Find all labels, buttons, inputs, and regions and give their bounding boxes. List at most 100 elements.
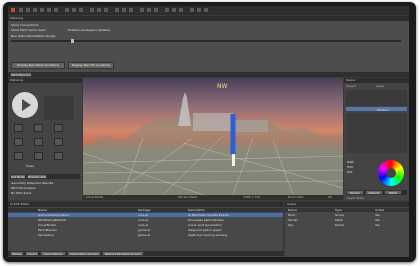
move-tool-icon[interactable] bbox=[25, 7, 31, 13]
grid-icon[interactable] bbox=[96, 7, 102, 13]
pause-icon[interactable] bbox=[146, 7, 152, 13]
table-row[interactable]: Perception game.ai Sight and hearing sen… bbox=[8, 233, 283, 237]
play-big-icon[interactable] bbox=[12, 92, 38, 118]
tab-breadcrumbs[interactable]: Breadcrumbs bbox=[27, 174, 47, 179]
undo-icon[interactable] bbox=[46, 7, 52, 13]
header-name[interactable]: Name bbox=[38, 208, 47, 212]
cell: core.ai bbox=[138, 223, 149, 227]
list-item-1[interactable]: Geometry Detection Results bbox=[11, 181, 53, 185]
cell: PatrolRoutes bbox=[38, 228, 57, 232]
scene-list[interactable] bbox=[346, 90, 407, 106]
header-active[interactable]: Active bbox=[375, 208, 384, 212]
ai-edit-header-row: Name Package Description bbox=[8, 208, 283, 212]
cell: Yes bbox=[375, 218, 380, 222]
redo-icon[interactable] bbox=[53, 7, 59, 13]
tab-nodes[interactable]: Nodes bbox=[10, 251, 24, 256]
cell: AI Navmesh Update Events bbox=[188, 213, 229, 217]
stats-icon[interactable] bbox=[178, 7, 184, 13]
noise-icon[interactable] bbox=[34, 152, 43, 160]
terrain-tool-icon[interactable] bbox=[64, 7, 70, 13]
header-name[interactable]: Name bbox=[288, 208, 297, 212]
tab-named-package-groups[interactable]: Named Package Groups bbox=[102, 251, 144, 256]
layer-tools-label: Layer Tools bbox=[347, 196, 364, 200]
paint-brush-icon[interactable] bbox=[14, 124, 23, 132]
header-package[interactable]: Package bbox=[138, 208, 150, 212]
tab-layers[interactable]: Layers bbox=[25, 251, 39, 256]
slider-handle[interactable] bbox=[71, 39, 74, 43]
col-layer: Layer bbox=[376, 84, 385, 88]
ai-icon[interactable] bbox=[128, 7, 134, 13]
tab-association-groups[interactable]: Association Groups bbox=[67, 251, 101, 256]
hsl-option[interactable]: HSL bbox=[347, 170, 353, 174]
cell: Waypoint patrol graph bbox=[188, 228, 222, 232]
rgb-option[interactable]: RGB bbox=[347, 160, 353, 164]
tab-path-planning[interactable]: Path Planning bbox=[10, 72, 32, 77]
lighting-icon[interactable] bbox=[171, 7, 177, 13]
cell: game.ai bbox=[138, 233, 151, 237]
right-panel-title: Scene bbox=[344, 78, 409, 83]
hsv-option[interactable]: HSV bbox=[347, 165, 353, 169]
script-icon[interactable] bbox=[196, 7, 202, 13]
nav-hit-locations-button[interactable]: Display Nav Hit Locations bbox=[68, 62, 114, 69]
planning-title: Planning bbox=[8, 16, 409, 21]
cell: core.ai bbox=[138, 218, 149, 222]
compass-label: NW bbox=[217, 83, 227, 90]
flatten-icon[interactable] bbox=[14, 152, 23, 160]
table-row[interactable]: AutomaticallyCollect core.ai AI Navmesh … bbox=[8, 213, 283, 217]
object-tool-icon[interactable] bbox=[78, 7, 84, 13]
monitor-frame: Planning Show Connections Show Path Cach… bbox=[3, 2, 416, 262]
status-mode: Show Mode bbox=[86, 195, 104, 199]
smooth-icon[interactable] bbox=[54, 138, 63, 146]
scene-viewport[interactable]: NW bbox=[83, 78, 343, 195]
cell: Processes path batches bbox=[188, 218, 224, 222]
table-row[interactable]: PatrolRoutes game.ai Waypoint patrol gra… bbox=[8, 228, 283, 232]
camera-icon[interactable] bbox=[103, 7, 109, 13]
tab-objects[interactable]: Objects bbox=[365, 190, 383, 195]
cell: core.ai bbox=[138, 213, 149, 217]
tab-associations[interactable]: Associations bbox=[40, 251, 66, 256]
tab-set-nodes[interactable]: Set Nodes bbox=[10, 174, 26, 179]
table-row[interactable]: CoverFinder core.ai Cover spot generatio… bbox=[8, 223, 283, 227]
table-row[interactable]: Sky Dome Yes bbox=[285, 223, 409, 227]
help-icon[interactable] bbox=[203, 7, 209, 13]
ai-edit-panel: AI Edit Editor Name Package Description … bbox=[8, 202, 283, 257]
show-path-cache-option[interactable]: Show Path Cache Used bbox=[11, 28, 45, 32]
ramp-icon[interactable] bbox=[54, 152, 63, 160]
sound-icon[interactable] bbox=[189, 7, 195, 13]
cell: Root bbox=[288, 213, 295, 217]
tab-terrain[interactable]: Terrain bbox=[346, 190, 364, 195]
right-panel: Scene Object Layer Position RGB HSV HSL … bbox=[344, 78, 409, 200]
col-object: Object bbox=[346, 84, 356, 88]
property-grid bbox=[346, 113, 407, 153]
scale-label: Scale bbox=[26, 164, 35, 168]
paint-tool-icon[interactable] bbox=[71, 7, 77, 13]
nav-mesh-locations-button[interactable]: Display Nav Mesh Locations bbox=[11, 62, 65, 69]
list-item-2[interactable]: Path Parameters bbox=[11, 186, 36, 190]
header-type[interactable]: Type bbox=[335, 208, 342, 212]
scale-tool-icon[interactable] bbox=[39, 7, 45, 13]
eraser-icon[interactable] bbox=[34, 124, 43, 132]
select-tool-icon[interactable] bbox=[18, 7, 24, 13]
tab-paths[interactable]: Paths bbox=[384, 190, 402, 195]
table-row[interactable]: Terrain Mesh Yes bbox=[285, 218, 409, 222]
status-fps: All bbox=[328, 195, 332, 199]
live-region-option[interactable]: Enable Live Region Updates bbox=[68, 28, 110, 32]
main-toolbar bbox=[8, 6, 409, 15]
lower-icon[interactable] bbox=[34, 138, 43, 146]
wireframe-icon[interactable] bbox=[164, 7, 170, 13]
rotate-tool-icon[interactable] bbox=[32, 7, 38, 13]
raise-icon[interactable] bbox=[14, 138, 23, 146]
snap-icon[interactable] bbox=[89, 7, 95, 13]
show-connections-option[interactable]: Show Connections bbox=[11, 23, 39, 27]
ai-edit-title: AI Edit Editor bbox=[8, 202, 283, 207]
table-row[interactable]: PathfindingBatcher core.ai Processes pat… bbox=[8, 218, 283, 222]
stop-icon[interactable] bbox=[153, 7, 159, 13]
fill-icon[interactable] bbox=[54, 124, 63, 132]
physics-icon[interactable] bbox=[121, 7, 127, 13]
nav-range-slider[interactable] bbox=[11, 39, 401, 43]
table-row[interactable]: Root Group Yes bbox=[285, 213, 409, 217]
play-icon[interactable] bbox=[139, 7, 145, 13]
light-icon[interactable] bbox=[114, 7, 120, 13]
color-wheel[interactable] bbox=[378, 160, 404, 186]
header-description[interactable]: Description bbox=[188, 208, 205, 212]
